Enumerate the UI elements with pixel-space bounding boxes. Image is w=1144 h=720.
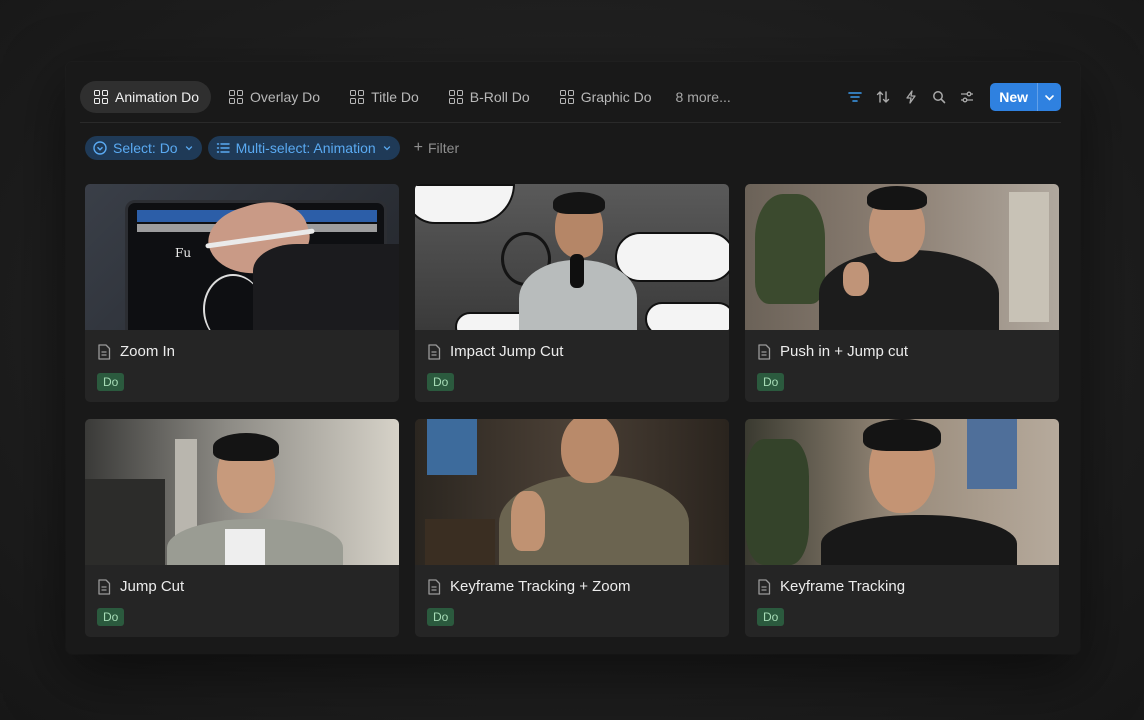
card-thumbnail bbox=[415, 184, 729, 330]
chevron-down-icon bbox=[383, 146, 390, 151]
select-circle-icon bbox=[93, 141, 107, 155]
gallery-icon bbox=[350, 90, 365, 104]
lightning-icon[interactable] bbox=[904, 90, 918, 104]
gallery-card[interactable]: Jump Cut Do bbox=[85, 419, 399, 637]
tab-graphic-do[interactable]: Graphic Do bbox=[546, 81, 664, 113]
document-icon bbox=[758, 578, 771, 595]
gallery-icon bbox=[448, 90, 463, 104]
card-title-text: Impact Jump Cut bbox=[450, 343, 564, 360]
card-thumbnail bbox=[85, 419, 399, 565]
document-icon bbox=[98, 343, 111, 360]
search-icon[interactable] bbox=[932, 90, 946, 104]
card-title: Jump Cut bbox=[97, 578, 184, 595]
sort-icon[interactable] bbox=[876, 90, 890, 104]
tab-label: Overlay Do bbox=[250, 89, 321, 105]
card-title: Keyframe Tracking bbox=[757, 578, 905, 595]
card-thumbnail bbox=[415, 419, 729, 565]
select-filter-label: Select: Do bbox=[113, 140, 178, 156]
chevron-down-icon bbox=[185, 146, 192, 151]
status-tag: Do bbox=[97, 373, 125, 391]
tab-title-do[interactable]: Title Do bbox=[336, 81, 431, 113]
card-title: Keyframe Tracking + Zoom bbox=[427, 578, 630, 595]
card-title: Push in + Jump cut bbox=[757, 343, 908, 360]
new-button-label[interactable]: New bbox=[990, 83, 1037, 111]
filter-icon[interactable] bbox=[848, 90, 863, 104]
card-title-text: Keyframe Tracking + Zoom bbox=[450, 578, 631, 595]
gallery-card[interactable]: Keyframe Tracking Do bbox=[745, 419, 1059, 637]
card-thumbnail bbox=[745, 184, 1059, 330]
chevron-down-icon[interactable] bbox=[1037, 83, 1061, 111]
select-filter-chip[interactable]: Select: Do bbox=[85, 136, 202, 160]
new-button[interactable]: New bbox=[990, 83, 1061, 111]
document-icon bbox=[428, 343, 441, 360]
settings-sliders-icon[interactable] bbox=[960, 90, 974, 104]
card-title-text: Keyframe Tracking bbox=[780, 578, 906, 595]
list-icon bbox=[216, 143, 230, 153]
tab-overlay-do[interactable]: Overlay Do bbox=[215, 81, 332, 113]
tab-broll-do[interactable]: B-Roll Do bbox=[435, 81, 542, 113]
tab-label: Title Do bbox=[371, 89, 419, 105]
tab-label: Graphic Do bbox=[580, 89, 652, 105]
document-icon bbox=[758, 343, 771, 360]
card-title: Zoom In bbox=[97, 343, 175, 360]
document-icon bbox=[428, 578, 441, 595]
add-filter-label: Filter bbox=[428, 140, 460, 156]
card-title-text: Zoom In bbox=[120, 343, 176, 360]
tab-label: B-Roll Do bbox=[469, 89, 530, 105]
status-tag: Do bbox=[97, 608, 125, 626]
multiselect-filter-chip[interactable]: Multi-select: Animation bbox=[207, 136, 400, 160]
tab-animation-do[interactable]: Animation Do bbox=[80, 81, 212, 113]
plus-icon: + bbox=[413, 139, 423, 156]
status-tag: Do bbox=[757, 608, 785, 626]
header-divider bbox=[80, 122, 1061, 123]
add-filter-button[interactable]: + Filter bbox=[413, 139, 460, 157]
tab-label: Animation Do bbox=[115, 89, 200, 105]
card-title: Impact Jump Cut bbox=[427, 343, 563, 360]
filter-bar: Select: Do Multi-select: Animation + Fil… bbox=[85, 136, 459, 160]
card-title-text: Push in + Jump cut bbox=[780, 343, 908, 360]
gallery-card[interactable]: Keyframe Tracking + Zoom Do bbox=[415, 419, 729, 637]
more-tabs-button[interactable]: 8 more... bbox=[676, 89, 731, 105]
gallery-card[interactable]: Push in + Jump cut Do bbox=[745, 184, 1059, 402]
gallery-window: Animation Do Overlay Do Title Do B-Roll … bbox=[66, 62, 1080, 654]
status-tag: Do bbox=[427, 373, 455, 391]
status-tag: Do bbox=[427, 608, 455, 626]
status-tag: Do bbox=[757, 373, 785, 391]
view-tabs-bar: Animation Do Overlay Do Title Do B-Roll … bbox=[80, 81, 1061, 113]
gallery-icon bbox=[94, 90, 108, 104]
gallery-card[interactable]: Fu Zoom In Do bbox=[85, 184, 399, 402]
view-toolbar: New bbox=[848, 83, 1061, 111]
gallery-icon bbox=[559, 90, 574, 104]
document-icon bbox=[98, 578, 111, 595]
card-thumbnail bbox=[745, 419, 1059, 565]
card-title-text: Jump Cut bbox=[120, 578, 185, 595]
gallery-icon bbox=[229, 90, 244, 104]
multiselect-filter-label: Multi-select: Animation bbox=[235, 140, 376, 156]
card-thumbnail: Fu bbox=[85, 184, 399, 330]
gallery-card[interactable]: Impact Jump Cut Do bbox=[415, 184, 729, 402]
